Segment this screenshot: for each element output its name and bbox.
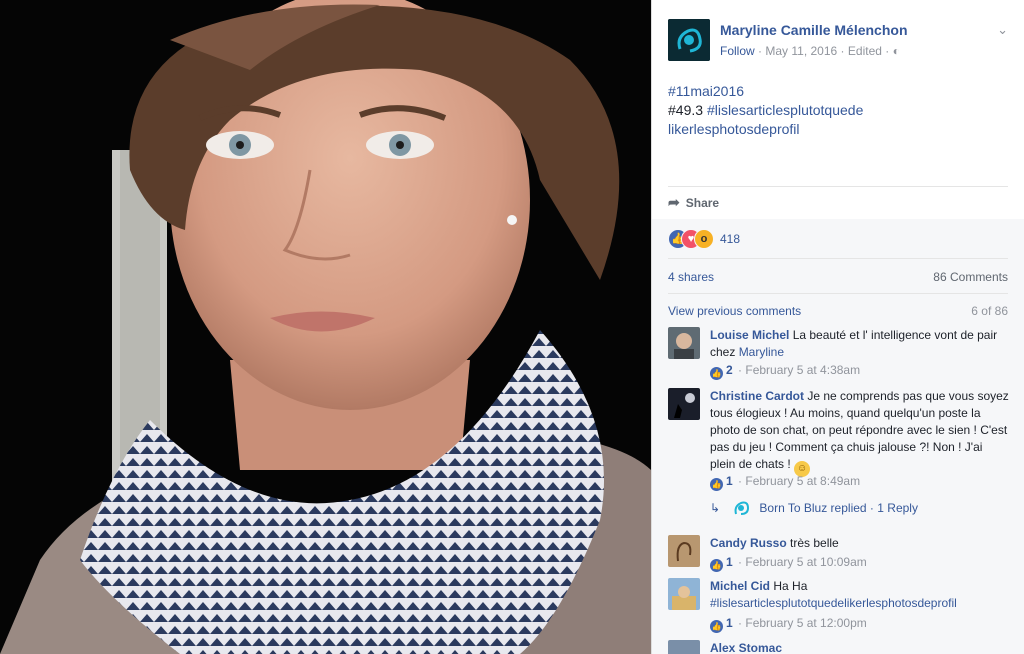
share-label: Share — [685, 196, 720, 210]
comment-author[interactable]: Alex Stomac — [710, 641, 782, 654]
comment-like-count[interactable]: 1 — [726, 474, 733, 488]
reaction-count[interactable]: 418 — [720, 232, 740, 246]
post-text: #11mai2016 #49.3 #lislesarticlesplutotqu… — [668, 82, 998, 139]
hashtag-link-continued[interactable]: likerlesphotosdeprofil — [668, 121, 800, 137]
comment-body: Louise Michel La beauté et l' intelligen… — [710, 327, 1010, 361]
reply-avatar — [731, 498, 751, 518]
comment-text: très belle — [790, 536, 839, 550]
share-arrow-icon: ➦ — [668, 194, 680, 210]
post-photo[interactable] — [0, 0, 651, 654]
avatar[interactable] — [668, 327, 700, 359]
view-previous-comments-link[interactable]: View previous comments — [668, 304, 801, 318]
divider — [668, 293, 1008, 294]
meta-separator: · — [885, 44, 890, 58]
comment-author[interactable]: Michel Cid — [710, 579, 770, 593]
reply-text: Born To Bluz replied — [759, 501, 867, 515]
like-icon: 👍 — [710, 367, 723, 380]
meta-separator: · — [758, 44, 763, 58]
comment-like-count[interactable]: 1 — [726, 555, 733, 569]
comment-time[interactable]: February 5 at 12:00pm — [745, 616, 866, 630]
like-icon: 👍 — [710, 620, 723, 633]
comment-body: Michel Cid Ha Ha #lislesarticlesplutotqu… — [710, 578, 1010, 612]
comment-body: Christine Cardot Je ne comprends pas que… — [710, 388, 1010, 477]
shares-link[interactable]: 4 shares — [668, 270, 714, 284]
comment-like-count[interactable]: 1 — [726, 616, 733, 630]
comment-text: Ha Ha — [773, 579, 808, 593]
comment-body: Candy Russo très belle — [710, 535, 1010, 552]
wow-reaction-icon: o — [694, 229, 714, 249]
comments-count-link[interactable]: 86 Comments — [933, 270, 1008, 284]
comment-author[interactable]: Candy Russo — [710, 536, 787, 550]
avatar[interactable] — [668, 535, 700, 567]
avatar[interactable] — [668, 388, 700, 420]
comment-author[interactable]: Christine Cardot — [710, 389, 804, 403]
hashtag-link[interactable]: #lislesarticlesplutotquede — [707, 102, 863, 118]
edited-label[interactable]: Edited — [848, 44, 882, 58]
comment-author[interactable]: Louise Michel — [710, 328, 789, 342]
post-meta: Follow · May 11, 2016 · Edited · ◐ — [720, 44, 900, 58]
like-icon: 👍 — [710, 478, 723, 491]
page-name-link[interactable]: Maryline Camille Mélenchon — [720, 22, 908, 38]
avatar[interactable] — [668, 640, 700, 654]
comment-meta: 👍 1 · February 5 at 8:49am — [710, 474, 861, 491]
hashtag-link[interactable]: #11mai2016 — [668, 83, 744, 99]
post-date[interactable]: May 11, 2016 — [765, 44, 837, 58]
comment-body: Alex Stomac — [710, 640, 1010, 654]
share-button[interactable]: ➦ Share — [668, 194, 719, 211]
like-icon: 👍 — [710, 559, 723, 572]
comments-pagination: 6 of 86 — [971, 304, 1008, 318]
post-panel: Maryline Camille Mélenchon Follow · May … — [651, 0, 1024, 654]
comment-time[interactable]: February 5 at 4:38am — [745, 363, 860, 377]
meta-separator: · — [840, 44, 845, 58]
mention-link[interactable]: Maryline — [739, 345, 784, 359]
chevron-down-icon[interactable]: ⌄ — [997, 22, 1008, 38]
reply-arrow-icon: ↳ — [710, 501, 721, 515]
globe-icon: ◐ — [892, 44, 900, 58]
comment-meta: 👍 2 · February 5 at 4:38am — [710, 363, 861, 380]
follow-link[interactable]: Follow — [720, 44, 755, 58]
comment-time[interactable]: February 5 at 8:49am — [745, 474, 860, 488]
divider — [668, 186, 1008, 187]
comment-like-count[interactable]: 2 — [726, 363, 733, 377]
comment-time[interactable]: February 5 at 10:09am — [745, 555, 866, 569]
avatar[interactable] — [668, 578, 700, 610]
portrait-image — [0, 0, 651, 654]
post-header: Maryline Camille Mélenchon Follow · May … — [668, 16, 1008, 64]
comment-meta: 👍 1 · February 5 at 12:00pm — [710, 616, 867, 633]
divider — [668, 258, 1008, 259]
reply-count: 1 Reply — [877, 501, 918, 515]
hashtag-link[interactable]: #lislesarticlesplutotquedelikerlesphotos… — [710, 596, 957, 610]
page-avatar[interactable] — [668, 19, 710, 61]
replies-link[interactable]: ↳ Born To Bluz replied · 1 Reply — [710, 498, 918, 518]
post-text-prefix: #49.3 — [668, 102, 707, 118]
comment-meta: 👍 1 · February 5 at 10:09am — [710, 555, 867, 572]
